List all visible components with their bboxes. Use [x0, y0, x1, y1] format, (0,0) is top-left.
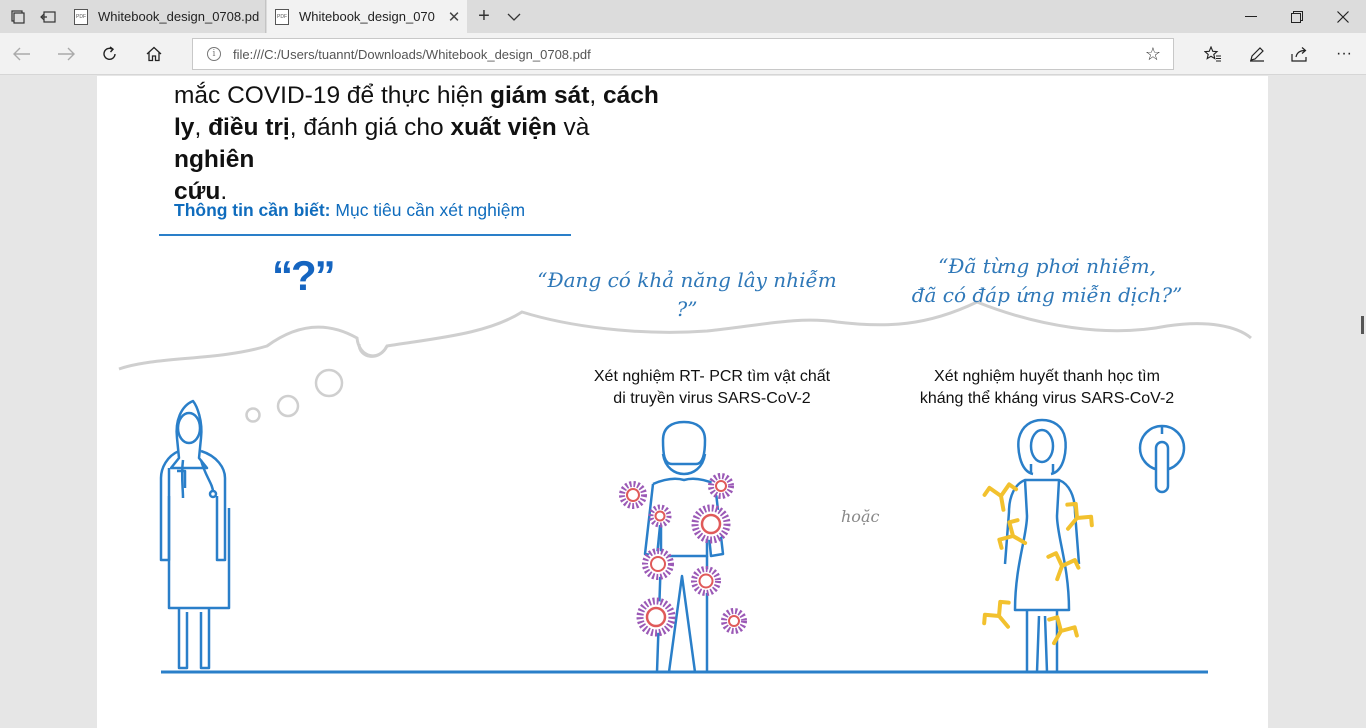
quote-exposed: “Đã từng phơi nhiễm, đã có đáp ứng miễn …: [911, 254, 1183, 307]
tab-close-icon[interactable]: ✕: [441, 8, 467, 26]
forward-icon[interactable]: [44, 33, 88, 75]
pdf-file-icon: PDF: [275, 8, 289, 25]
virus: [619, 481, 647, 509]
virus: [721, 608, 747, 634]
quote-infectious: “Đang có khả năng lây nhiễm ?”: [537, 268, 837, 321]
notes-icon[interactable]: [1235, 33, 1279, 75]
virus: [708, 473, 734, 499]
or-label: hoặc: [841, 507, 880, 526]
virus: [636, 597, 676, 637]
share-icon[interactable]: [1278, 33, 1322, 75]
tab-title: Whitebook_design_070: [299, 9, 435, 24]
antibody: [982, 482, 1019, 512]
scroll-indicator[interactable]: [1361, 316, 1364, 334]
antibody: [1046, 551, 1081, 582]
tab-list-chevron-icon[interactable]: [498, 0, 530, 33]
virus: [642, 548, 674, 580]
restore-icon[interactable]: [1274, 0, 1320, 33]
tab-set-aside-icon[interactable]: [2, 0, 34, 33]
new-tab-icon[interactable]: +: [468, 0, 500, 33]
virus-cluster: [619, 473, 747, 637]
pdf-viewer[interactable]: mắc COVID-19 để thực hiện giám sát, cách…: [0, 76, 1366, 728]
minimize-icon[interactable]: [1228, 0, 1274, 33]
tab-title: Whitebook_design_0708.pd: [98, 9, 260, 24]
pcr-caption: Xét nghiệm RT- PCR tìm vật chất di truyề…: [593, 368, 831, 407]
thought-bubble: [314, 368, 344, 398]
pdf-page: mắc COVID-19 để thực hiện giám sát, cách…: [97, 76, 1268, 728]
tab-whitebook-2[interactable]: PDF Whitebook_design_070 ✕: [267, 0, 467, 33]
address-bar[interactable]: i file:///C:/Users/tuannt/Downloads/Whit…: [192, 38, 1174, 70]
tab-whitebook-1[interactable]: PDF Whitebook_design_0708.pd: [66, 0, 266, 33]
virus: [691, 566, 721, 596]
site-info-icon[interactable]: i: [207, 47, 221, 61]
woman-figure: [1003, 418, 1081, 674]
home-icon[interactable]: [132, 33, 176, 75]
favorites-list-icon[interactable]: [1191, 33, 1235, 75]
doctor-figure: [159, 399, 231, 670]
tab-preview-icon[interactable]: [32, 0, 64, 33]
pdf-file-icon: PDF: [74, 8, 88, 25]
serology-caption: Xét nghiệm huyết thanh học tìm kháng thể…: [919, 368, 1175, 407]
favorites-star-icon[interactable]: ☆: [1133, 44, 1173, 65]
tab-bar: PDF Whitebook_design_0708.pd PDF Whitebo…: [0, 0, 1366, 33]
refresh-icon[interactable]: [88, 33, 132, 75]
address-url[interactable]: file:///C:/Users/tuannt/Downloads/Whiteb…: [233, 47, 1133, 62]
back-icon[interactable]: [0, 33, 44, 75]
question-mark: “?”: [272, 252, 336, 299]
navigation-bar: i file:///C:/Users/tuannt/Downloads/Whit…: [0, 33, 1366, 75]
close-icon[interactable]: [1320, 0, 1366, 33]
virus: [648, 504, 672, 528]
test-tube-icon: [1138, 424, 1186, 494]
thought-bubble: [245, 407, 261, 423]
thought-bubble: [276, 394, 300, 418]
more-icon[interactable]: ···: [1322, 33, 1366, 75]
virus: [691, 504, 731, 544]
